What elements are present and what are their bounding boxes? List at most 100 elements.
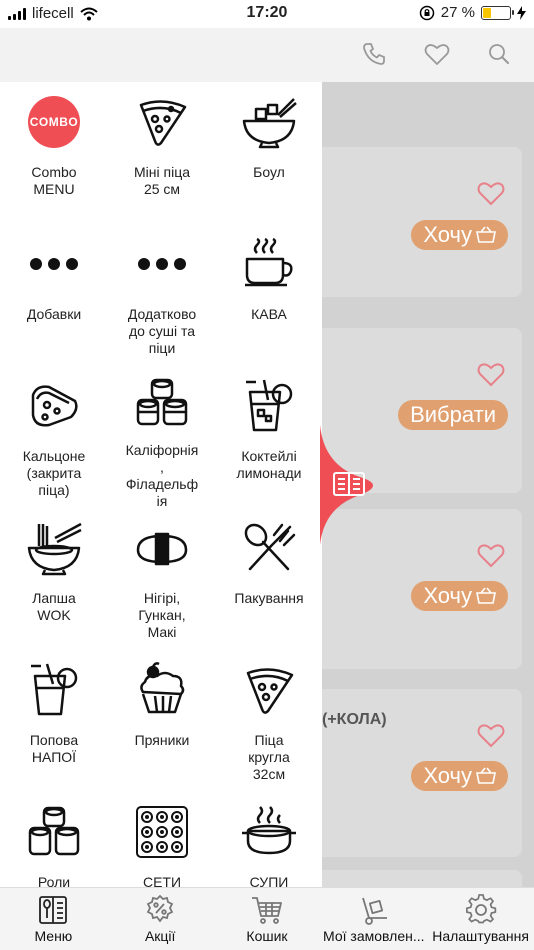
dots-icon — [30, 258, 78, 270]
favorites-heart-icon[interactable] — [423, 40, 451, 68]
category-label: Нігірі, Гункан, Макі — [138, 590, 186, 640]
category-packaging[interactable]: Пакування — [216, 508, 322, 650]
category-label: Пакування — [234, 590, 304, 606]
nav-my-orders[interactable]: Мої замовлен... — [320, 888, 427, 950]
heart-icon[interactable] — [476, 179, 506, 207]
button-label: Хочу — [423, 222, 472, 247]
charging-bolt-icon — [517, 5, 526, 20]
basket-icon — [476, 767, 496, 784]
combo-badge-icon: COMBO — [28, 96, 80, 148]
basket-icon — [476, 226, 496, 243]
choose-button[interactable]: Вибрати — [398, 400, 508, 430]
dolly-icon — [361, 897, 387, 925]
phone-icon[interactable] — [360, 40, 388, 68]
category-label: Міні піца 25 см — [134, 164, 190, 197]
category-coffee[interactable]: КАВА — [216, 224, 322, 366]
settings-gear-icon — [465, 894, 496, 924]
cart-icon — [251, 897, 282, 924]
nav-label: Меню — [34, 928, 73, 944]
category-rolls[interactable]: Роли — [0, 792, 108, 887]
category-label: Добавки — [26, 306, 82, 322]
bowl-icon — [242, 98, 297, 149]
category-mini-pizza[interactable]: Міні піца 25 см — [108, 82, 216, 224]
percent-gear-icon — [146, 894, 174, 923]
product-card[interactable]: (+КОЛА) Хочу — [300, 689, 522, 857]
button-label: Хочу — [423, 763, 472, 788]
product-card[interactable] — [300, 870, 522, 887]
category-label: Додатково до суші та піци — [127, 306, 197, 356]
category-addons[interactable]: Добавки — [0, 224, 108, 366]
category-wok-noodles[interactable]: Лапша WOK — [0, 508, 108, 650]
category-calzone[interactable]: Кальцоне (закрита піца) — [0, 366, 108, 508]
cupcake-icon — [140, 662, 185, 714]
coffee-cup-icon — [245, 237, 293, 287]
nigiri-icon — [136, 532, 188, 566]
category-label: Combo MENU — [31, 164, 77, 197]
want-button[interactable]: Хочу — [411, 220, 508, 250]
calzone-icon — [31, 385, 78, 427]
search-icon[interactable] — [485, 40, 513, 68]
category-drinks[interactable]: Попова НАПОЇ — [0, 650, 108, 792]
category-cocktails[interactable]: Коктейлі лимонади — [216, 366, 322, 508]
rolls-stack-icon — [28, 806, 80, 856]
category-label: СЕТИ — [142, 874, 182, 887]
nav-menu[interactable]: Меню — [0, 888, 107, 950]
nav-settings[interactable]: Налаштування — [427, 888, 534, 950]
heart-icon[interactable] — [476, 721, 506, 749]
category-label: Роли — [37, 874, 71, 887]
category-sets[interactable]: СЕТИ — [108, 792, 216, 887]
spoon-fork-icon — [244, 523, 296, 571]
category-label: Попова НАПОЇ — [29, 732, 79, 765]
category-label: Лапша WOK — [32, 590, 76, 623]
want-button[interactable]: Хочу — [411, 761, 508, 791]
dots-icon — [138, 258, 186, 270]
category-label: Коктейлі лимонади — [236, 448, 302, 481]
pizza-slice-icon — [139, 100, 187, 146]
noodles-bowl-icon — [27, 522, 82, 576]
want-button[interactable]: Хочу — [411, 581, 508, 611]
button-label: Хочу — [423, 583, 472, 608]
sushi-rolls-icon — [136, 378, 188, 426]
lemonade-glass-icon — [246, 379, 293, 432]
category-label: Піца кругла 32см — [248, 732, 290, 782]
bottom-navigation: Меню Акції Кошик Мої замовлен... Налашту… — [0, 887, 534, 950]
battery-icon — [481, 5, 514, 20]
orientation-lock-icon — [419, 5, 435, 20]
category-label: Кальцоне (закрита піца) — [22, 448, 86, 498]
nav-label: Акції — [144, 928, 176, 944]
basket-icon — [476, 587, 496, 604]
pizza-slice-icon — [246, 668, 294, 714]
nav-label: Кошик — [246, 928, 288, 944]
category-extras[interactable]: Додатково до суші та піци — [108, 224, 216, 366]
category-bowl[interactable]: Боул — [216, 82, 322, 224]
category-label: СУПИ — [249, 874, 289, 887]
battery-percent: 27 % — [440, 4, 475, 21]
category-nigiri[interactable]: Нігірі, Гункан, Макі — [108, 508, 216, 650]
category-label: КАВА — [251, 306, 287, 322]
drawer-toggle-tab[interactable] — [320, 425, 388, 545]
heart-icon[interactable] — [476, 541, 506, 569]
button-label: Вибрати — [410, 402, 496, 427]
category-label: Боул — [253, 164, 285, 180]
category-drawer: COMBO Combo MENU Міні піца 25 см Боул До… — [0, 82, 322, 887]
category-soups[interactable]: СУПИ — [216, 792, 322, 887]
product-card[interactable]: Хочу — [300, 147, 522, 297]
category-label: Каліфорнія , Філадельф ія — [125, 442, 199, 509]
menu-book-icon — [39, 896, 68, 924]
category-gingerbread[interactable]: Пряники — [108, 650, 216, 792]
soup-pot-icon — [242, 806, 296, 855]
sushi-set-icon — [136, 806, 188, 858]
nav-cart[interactable]: Кошик — [214, 888, 321, 950]
category-grid: COMBO Combo MENU Міні піца 25 см Боул До… — [0, 82, 322, 887]
category-california-philadelphia[interactable]: Каліфорнія , Філадельф ія — [108, 366, 216, 509]
heart-icon[interactable] — [476, 360, 506, 388]
app-header — [0, 28, 534, 82]
category-label: Пряники — [134, 732, 190, 748]
soda-glass-icon — [31, 663, 78, 716]
category-pizza-round[interactable]: Піца кругла 32см — [216, 650, 322, 792]
status-bar: lifecell 17:20 27 % — [0, 0, 534, 28]
nav-label: Налаштування — [432, 928, 529, 944]
category-combo-menu[interactable]: COMBO Combo MENU — [0, 82, 108, 224]
product-title: (+КОЛА) — [322, 711, 387, 728]
nav-promotions[interactable]: Акції — [107, 888, 214, 950]
